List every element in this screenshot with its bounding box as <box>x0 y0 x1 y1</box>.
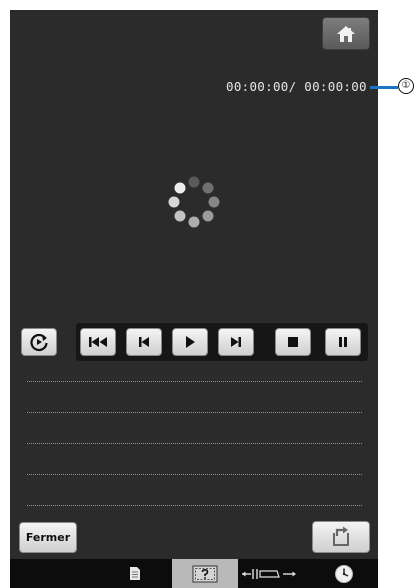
play-icon <box>186 336 195 348</box>
stop-button[interactable] <box>275 328 311 356</box>
tab-clock[interactable] <box>322 559 366 588</box>
next-button[interactable] <box>218 328 254 356</box>
tab-width[interactable] <box>240 559 298 588</box>
previous-button[interactable] <box>126 328 162 356</box>
callout-line <box>370 86 398 89</box>
screen <box>10 10 378 588</box>
timecode-separator: / <box>288 79 305 94</box>
callout-number: ① <box>398 78 414 94</box>
loading-spinner-icon <box>168 176 220 228</box>
timecode-current: 00:00:00 <box>226 79 289 94</box>
home-icon <box>337 25 355 42</box>
pause-button[interactable] <box>325 328 361 356</box>
list-row-divider <box>27 381 362 382</box>
stop-icon <box>288 337 298 347</box>
skip-to-start-icon <box>89 337 107 347</box>
repeat-icon <box>30 333 48 352</box>
help-icon <box>192 565 218 582</box>
play-button[interactable] <box>172 328 208 356</box>
list-row-divider <box>27 474 362 475</box>
next-icon <box>231 337 241 347</box>
home-button[interactable] <box>322 17 370 50</box>
timecode: 00:00:00/ 00:00:00 <box>226 79 367 94</box>
clock-icon <box>335 564 353 583</box>
width-icon <box>242 568 296 579</box>
repeat-button[interactable] <box>21 328 57 356</box>
list-row-divider <box>27 443 362 444</box>
timecode-total: 00:00:00 <box>304 79 367 94</box>
document-icon <box>130 567 140 580</box>
previous-icon <box>139 337 149 347</box>
list-row-divider <box>27 505 362 506</box>
return-button[interactable] <box>312 521 370 553</box>
list-row-divider <box>27 412 362 413</box>
close-button[interactable]: Fermer <box>19 522 77 553</box>
tab-document[interactable] <box>112 559 158 588</box>
skip-to-start-button[interactable] <box>80 328 116 356</box>
return-icon <box>333 526 349 546</box>
pause-icon <box>339 337 347 347</box>
tab-help[interactable] <box>172 559 238 588</box>
